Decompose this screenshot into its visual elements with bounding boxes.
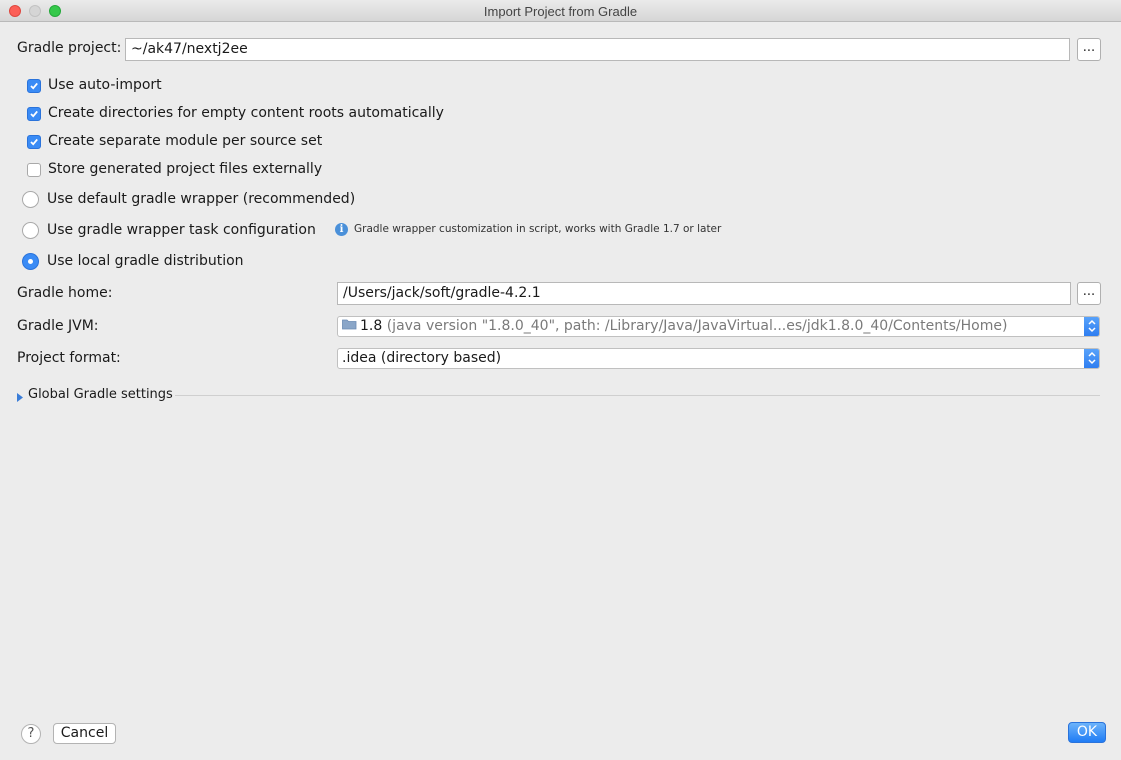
section-divider: [175, 395, 1100, 396]
create-dirs-checkbox[interactable]: [27, 107, 41, 121]
help-button[interactable]: ?: [21, 724, 41, 744]
default-wrapper-radio[interactable]: [22, 191, 39, 208]
wrapper-task-label: Use gradle wrapper task configuration: [47, 222, 316, 238]
gradle-home-label: Gradle home:: [17, 285, 113, 301]
gradle-project-label: Gradle project:: [17, 40, 122, 56]
title-bar: Import Project from Gradle: [0, 0, 1121, 22]
info-icon: i: [335, 223, 348, 236]
gradle-home-input[interactable]: /Users/jack/soft/gradle-4.2.1: [337, 282, 1071, 305]
default-wrapper-label: Use default gradle wrapper (recommended): [47, 191, 356, 207]
gradle-home-browse-button[interactable]: ...: [1077, 282, 1101, 305]
cancel-button[interactable]: Cancel: [53, 723, 116, 744]
folder-icon: [342, 318, 357, 334]
checkmark-icon: [30, 110, 38, 118]
wrapper-task-radio[interactable]: [22, 222, 39, 239]
project-format-dropdown-arrow[interactable]: [1084, 349, 1099, 368]
gradle-jvm-select[interactable]: 1.8 (java version "1.8.0_40", path: /Lib…: [337, 316, 1100, 337]
local-distribution-label: Use local gradle distribution: [47, 253, 244, 269]
store-external-label: Store generated project files externally: [48, 161, 323, 177]
checkmark-icon: [30, 138, 38, 146]
gradle-jvm-label: Gradle JVM:: [17, 318, 99, 334]
global-gradle-settings-toggle[interactable]: Global Gradle settings: [28, 387, 173, 402]
project-format-label: Project format:: [17, 350, 121, 366]
ok-button[interactable]: OK: [1068, 722, 1106, 743]
auto-import-checkbox[interactable]: [27, 79, 41, 93]
wrapper-task-hint: Gradle wrapper customization in script, …: [354, 223, 722, 235]
checkmark-icon: [30, 82, 38, 90]
create-dirs-label: Create directories for empty content roo…: [48, 105, 444, 121]
gradle-jvm-detail: (java version "1.8.0_40", path: /Library…: [386, 318, 1008, 334]
gradle-jvm-dropdown-arrow[interactable]: [1084, 317, 1099, 336]
gradle-project-input[interactable]: ~/ak47/nextj2ee: [125, 38, 1070, 61]
chevron-updown-icon: [1088, 351, 1096, 365]
chevron-updown-icon: [1088, 319, 1096, 333]
auto-import-label: Use auto-import: [48, 77, 162, 93]
gradle-jvm-version: 1.8: [360, 318, 383, 334]
project-format-value: .idea (directory based): [342, 350, 502, 366]
separate-module-checkbox[interactable]: [27, 135, 41, 149]
store-external-checkbox[interactable]: [27, 163, 41, 177]
project-format-select[interactable]: .idea (directory based): [337, 348, 1100, 369]
disclosure-triangle-icon[interactable]: [17, 390, 23, 406]
local-distribution-radio[interactable]: [22, 253, 39, 270]
window-title: Import Project from Gradle: [483, 4, 638, 19]
separate-module-label: Create separate module per source set: [48, 133, 323, 149]
gradle-project-browse-button[interactable]: ...: [1077, 38, 1101, 61]
